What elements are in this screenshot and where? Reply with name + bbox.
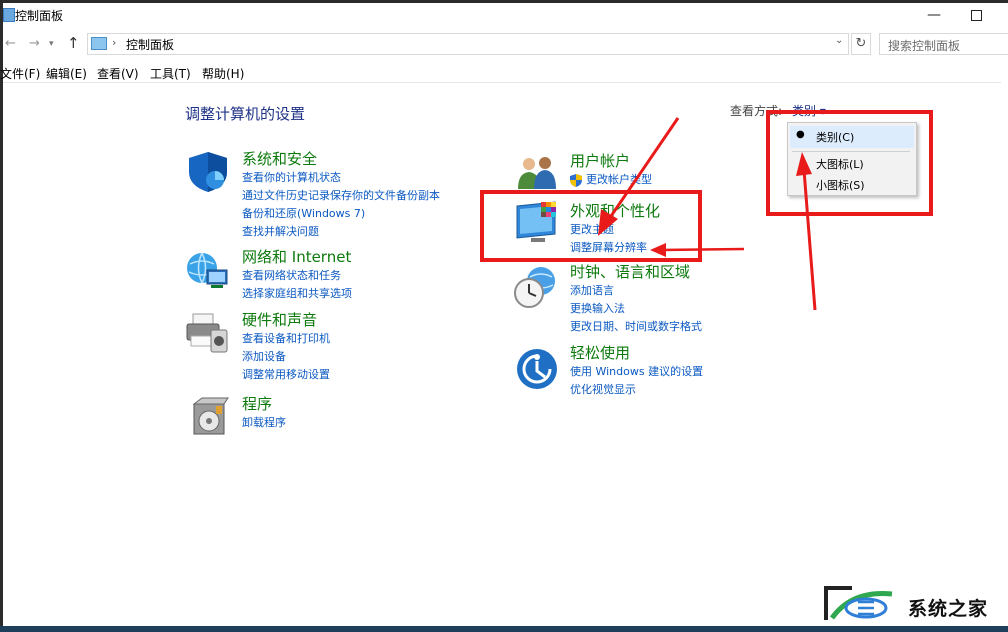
- taskbar-strip: [0, 626, 1008, 632]
- watermark: 系统之家: [818, 578, 1008, 626]
- vertical-scrollbar[interactable]: [1001, 82, 1008, 352]
- watermark-text: 系统之家: [908, 598, 989, 620]
- annotation-arrows: [598, 117, 817, 311]
- watermark-logo-icon: [824, 586, 893, 620]
